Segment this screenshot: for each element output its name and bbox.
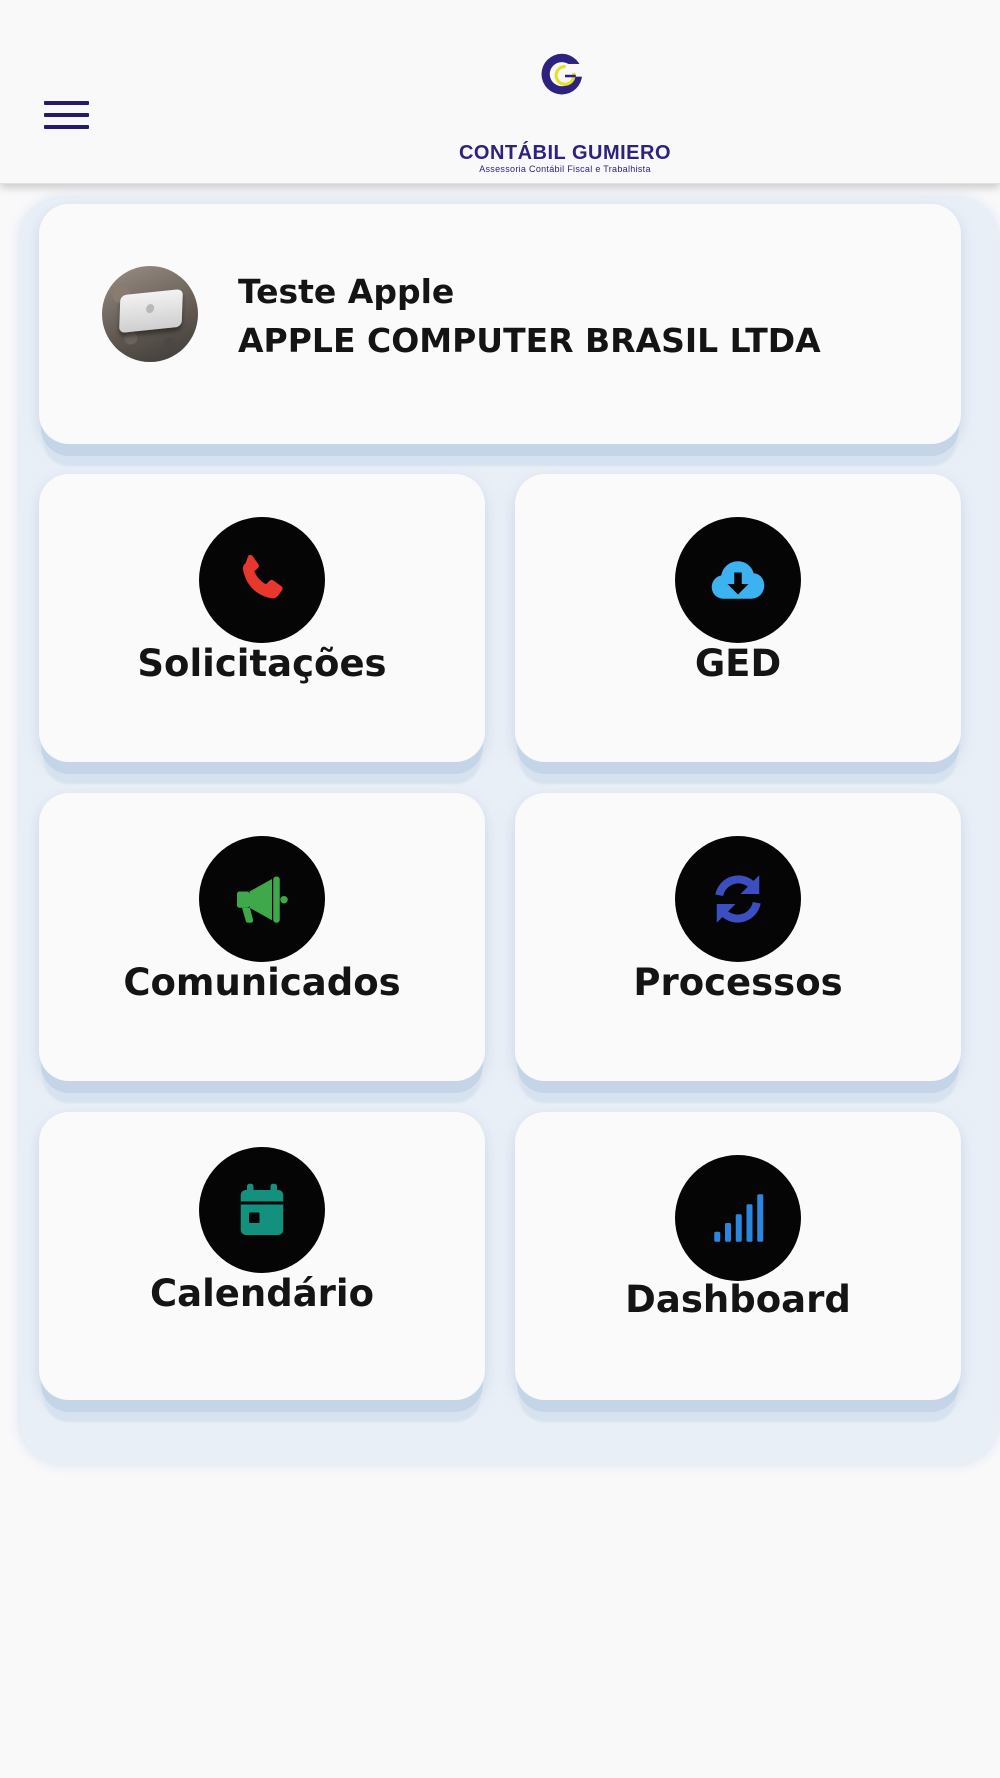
app-header: CONTÁBIL GUMIERO Assessoria Contábil Fis… (0, 0, 1000, 184)
profile-user-name: Teste Apple (238, 272, 455, 311)
megaphone-icon (237, 876, 288, 923)
tile-solicitacoes[interactable]: Solicitações (39, 474, 485, 762)
tile-ged[interactable]: GED (515, 474, 961, 762)
calendar-icon (240, 1183, 284, 1235)
menu-line (44, 125, 89, 129)
tile-icon-circle (199, 836, 325, 962)
logo-name: CONTÁBIL GUMIERO (458, 142, 672, 164)
tile-icon-circle (199, 1147, 325, 1273)
sync-icon (715, 875, 761, 923)
signal-bars-icon (714, 1194, 764, 1242)
tile-label: Comunicados (123, 961, 401, 1004)
tile-icon-circle (675, 517, 801, 643)
profile-company-name: APPLE COMPUTER BRASIL LTDA (238, 321, 821, 360)
tile-label: Processos (633, 961, 843, 1004)
tile-icon-circle (675, 836, 801, 962)
tile-calendario[interactable]: Calendário (39, 1112, 485, 1400)
tile-dashboard[interactable]: Dashboard (515, 1112, 961, 1400)
cloud-download-icon (711, 561, 765, 599)
phone-icon (242, 554, 283, 599)
avatar (102, 266, 198, 362)
tile-label: Solicitações (137, 642, 387, 685)
menu-line (44, 101, 89, 105)
logo-subtitle: Assessoria Contábil Fiscal e Trabalhista (479, 164, 651, 174)
avatar-photo (119, 288, 183, 334)
tile-icon-circle (199, 517, 325, 643)
logo-icon (541, 53, 588, 95)
tile-icon-circle (675, 1155, 801, 1281)
hamburger-menu-icon[interactable] (44, 98, 90, 134)
tile-label: Calendário (149, 1272, 375, 1315)
tile-label: Dashboard (625, 1278, 851, 1321)
menu-line (44, 113, 89, 117)
profile-card[interactable]: Teste Apple APPLE COMPUTER BRASIL LTDA (39, 204, 961, 444)
tile-label: GED (694, 642, 782, 685)
tile-processos[interactable]: Processos (515, 793, 961, 1081)
tile-comunicados[interactable]: Comunicados (39, 793, 485, 1081)
